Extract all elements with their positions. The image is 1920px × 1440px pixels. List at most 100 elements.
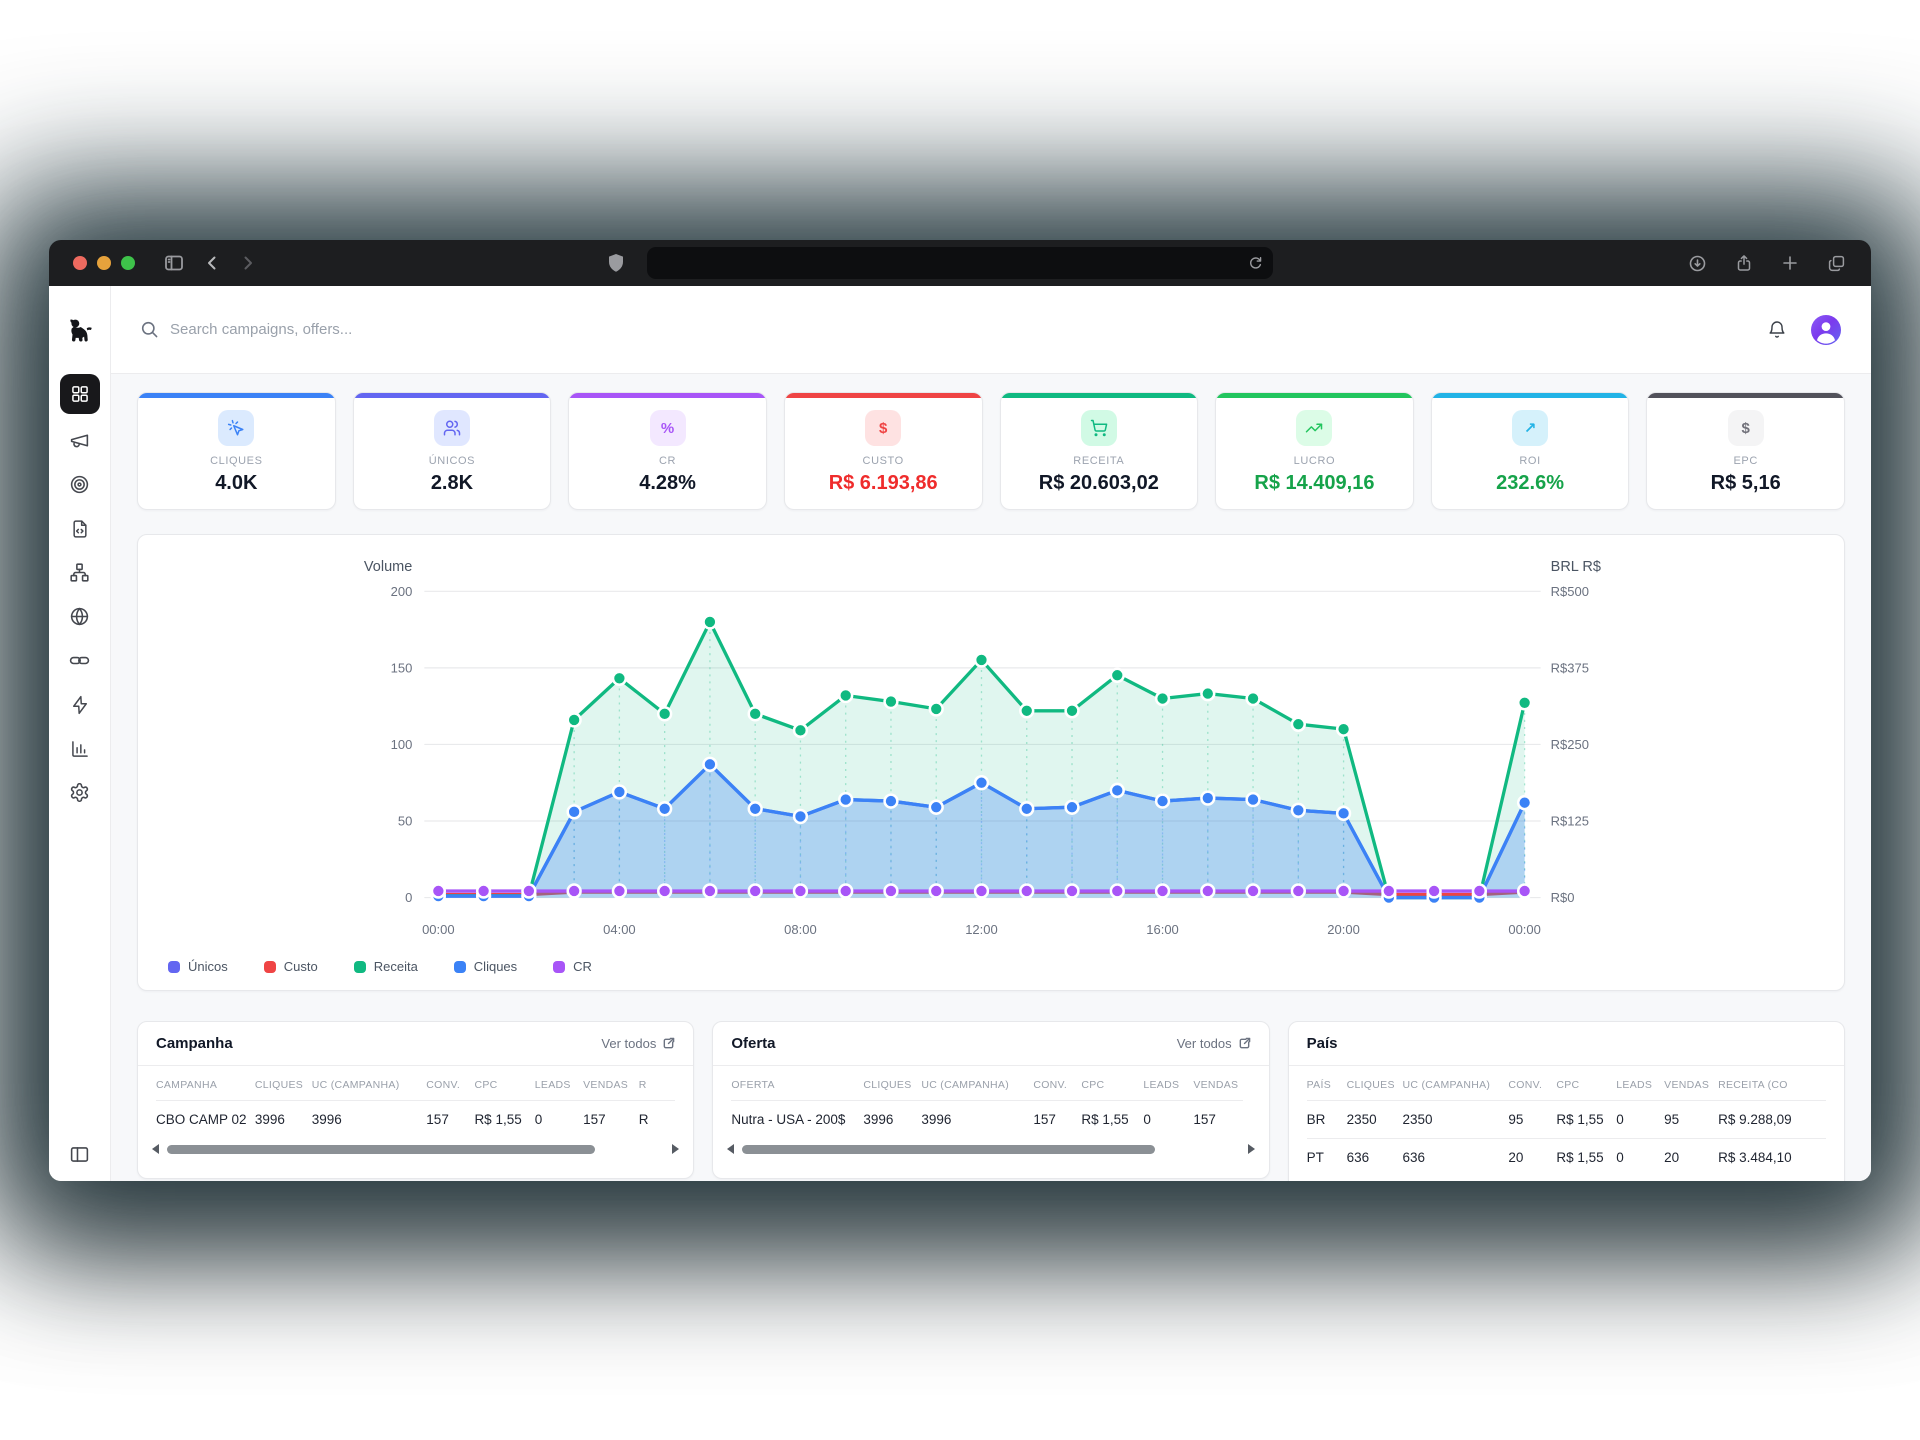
kpi-accent-bar (354, 393, 551, 398)
scroll-left-icon[interactable] (727, 1144, 734, 1154)
kpi-label: CLIQUES (138, 455, 335, 467)
legend-item-receita[interactable]: Receita (354, 959, 418, 974)
dog-logo-icon (66, 317, 93, 344)
column-header: LEADS (1616, 1066, 1664, 1101)
global-search[interactable] (141, 321, 1767, 338)
privacy-shield-icon[interactable] (608, 253, 624, 278)
scrollbar-track[interactable] (742, 1145, 1239, 1154)
svg-text:16:00: 16:00 (1146, 922, 1179, 937)
table-cell: 636 (1347, 1139, 1403, 1177)
horizontal-scrollbar[interactable] (138, 1138, 693, 1154)
scrollbar-track[interactable] (167, 1145, 664, 1154)
sidebar-item-reports[interactable] (60, 731, 100, 766)
app-logo[interactable] (49, 286, 110, 374)
kpi-label: EPC (1647, 455, 1844, 467)
kpi-card-epc[interactable]: $EPCR$ 5,16 (1646, 392, 1845, 510)
legend-swatch-icon (553, 961, 565, 973)
kpi-value: R$ 14.409,16 (1216, 472, 1413, 495)
collapse-sidebar-icon[interactable] (69, 1144, 90, 1181)
reload-icon[interactable] (1248, 256, 1263, 271)
table-cell: 95 (1508, 1101, 1556, 1139)
tab-overview-icon[interactable] (1828, 255, 1845, 272)
legend-item-custo[interactable]: Custo (264, 959, 318, 974)
ver-todos-link[interactable]: Ver todos (1177, 1036, 1251, 1051)
table-scroll-area[interactable]: PAÍSCLIQUESUC (CAMPANHA)CONV.CPCLEADSVEN… (1289, 1066, 1844, 1176)
sidebar-item-domains[interactable] (60, 599, 100, 634)
legend-swatch-icon (354, 961, 366, 973)
sidebar-item-settings[interactable] (60, 775, 100, 810)
kpi-card-receita[interactable]: RECEITAR$ 20.603,02 (1000, 392, 1199, 510)
panel-title: País (1307, 1035, 1338, 1052)
share-icon[interactable] (1736, 254, 1752, 272)
legend-item-únicos[interactable]: Únicos (168, 959, 228, 974)
table-cell: 0 (1616, 1101, 1664, 1139)
kpi-card-cliques[interactable]: CLIQUES4.0K (137, 392, 336, 510)
table-cell: Nutra - USA - 200$ (731, 1101, 863, 1139)
kpi-accent-bar (138, 393, 335, 398)
close-window-button[interactable] (73, 256, 87, 270)
zoom-window-button[interactable] (121, 256, 135, 270)
table-row[interactable]: CBO CAMP 0239963996157R$ 1,550157R (156, 1101, 675, 1139)
kpi-label: RECEITA (1001, 455, 1198, 467)
horizontal-scrollbar[interactable] (713, 1138, 1268, 1154)
table-scroll-area[interactable]: OFERTACLIQUESUC (CAMPANHA)CONV.CPCLEADSV… (713, 1066, 1268, 1138)
kpi-card-cr[interactable]: %CR4.28% (568, 392, 767, 510)
table-cell: 157 (1193, 1101, 1243, 1139)
table-scroll-area[interactable]: CAMPANHACLIQUESUC (CAMPANHA)CONV.CPCLEAD… (138, 1066, 693, 1138)
user-avatar[interactable] (1811, 315, 1841, 345)
svg-text:04:00: 04:00 (603, 922, 636, 937)
sidebar-item-offers[interactable] (60, 467, 100, 502)
table-cell: 0 (1143, 1101, 1193, 1139)
kpi-value: 4.28% (569, 472, 766, 495)
kpi-card-roi[interactable]: ↗ROI232.6% (1431, 392, 1630, 510)
sidebar-item-dashboard[interactable] (60, 374, 100, 414)
scroll-right-icon[interactable] (672, 1144, 679, 1154)
ver-todos-link[interactable]: Ver todos (601, 1036, 675, 1051)
summary-tables-row: CampanhaVer todosCAMPANHACLIQUESUC (CAMP… (137, 1021, 1845, 1181)
forward-icon[interactable] (241, 255, 255, 271)
search-input[interactable] (170, 321, 650, 338)
table-row[interactable]: Nutra - USA - 200$39963996157R$ 1,550157 (731, 1101, 1243, 1139)
table-row[interactable]: BR2350235095R$ 1,55095R$ 9.288,09 (1307, 1101, 1826, 1139)
legend-label: Receita (374, 959, 418, 974)
table-cell: 157 (426, 1101, 474, 1139)
kpi-card-lucro[interactable]: LUCROR$ 14.409,16 (1215, 392, 1414, 510)
scrollbar-thumb[interactable] (167, 1145, 595, 1154)
address-bar[interactable] (647, 247, 1273, 279)
sidebar-item-automations[interactable] (60, 687, 100, 722)
legend-swatch-icon (264, 961, 276, 973)
kpi-value: R$ 6.193,86 (785, 472, 982, 495)
time-series-chart[interactable]: 0R$050R$125100R$250150R$375200R$500Volum… (138, 547, 1844, 955)
new-tab-icon[interactable] (1782, 255, 1798, 271)
scroll-right-icon[interactable] (1248, 1144, 1255, 1154)
scroll-left-icon[interactable] (152, 1144, 159, 1154)
notifications-bell-icon[interactable] (1767, 319, 1787, 340)
país-table: PAÍSCLIQUESUC (CAMPANHA)CONV.CPCLEADSVEN… (1307, 1066, 1826, 1176)
downloads-icon[interactable] (1689, 255, 1706, 272)
legend-swatch-icon (454, 961, 466, 973)
kpi-accent-bar (1432, 393, 1629, 398)
column-header: CPC (474, 1066, 534, 1101)
kpi-value: 232.6% (1432, 472, 1629, 495)
sidebar-item-campaigns[interactable] (60, 423, 100, 458)
kpi-card-únicos[interactable]: ÚNICOS2.8K (353, 392, 552, 510)
scrollbar-thumb[interactable] (742, 1145, 1155, 1154)
back-icon[interactable] (205, 255, 219, 271)
layout-grid-icon (70, 384, 90, 404)
sidebar-toggle-icon[interactable] (165, 255, 183, 271)
kpi-label: ROI (1432, 455, 1629, 467)
overview-chart-card: 0R$050R$125100R$250150R$375200R$500Volum… (137, 534, 1845, 991)
minimize-window-button[interactable] (97, 256, 111, 270)
url-input[interactable] (657, 256, 1248, 271)
column-header: CLIQUES (255, 1066, 312, 1101)
campanha-table: CAMPANHACLIQUESUC (CAMPANHA)CONV.CPCLEAD… (156, 1066, 675, 1138)
table-row[interactable]: PT63663620R$ 1,55020R$ 3.484,10 (1307, 1139, 1826, 1177)
sidebar-item-funnels[interactable] (60, 555, 100, 590)
sidebar-item-links[interactable] (60, 643, 100, 678)
svg-text:00:00: 00:00 (422, 922, 455, 937)
sidebar-item-landers[interactable] (60, 511, 100, 546)
legend-item-cliques[interactable]: Cliques (454, 959, 517, 974)
legend-item-cr[interactable]: CR (553, 959, 592, 974)
file-code-icon (70, 519, 90, 539)
kpi-card-custo[interactable]: $CUSTOR$ 6.193,86 (784, 392, 983, 510)
